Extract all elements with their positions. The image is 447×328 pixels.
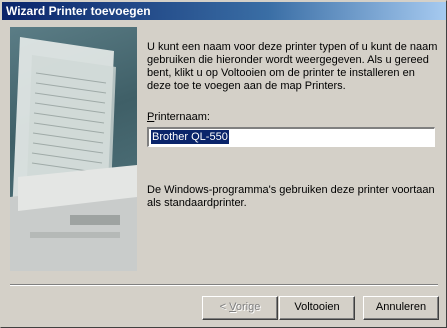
printer-name-input[interactable]: Brother QL-550: [147, 127, 435, 147]
finish-button[interactable]: Voltooien: [279, 296, 355, 320]
title-bar: Wizard Printer toevoegen: [2, 2, 446, 20]
printer-name-value: Brother QL-550: [151, 130, 229, 144]
button-separator: [10, 284, 438, 286]
back-button[interactable]: < Vorige: [202, 296, 278, 320]
printer-name-label-rest: rinternaam:: [154, 111, 210, 123]
default-printer-note: De Windows-programma's gebruiken deze pr…: [147, 184, 435, 209]
printer-name-label: Printernaam:: [147, 111, 210, 123]
back-button-accel: V: [229, 301, 236, 313]
printer-illustration-graphic: [10, 37, 137, 271]
printer-illustration: [10, 27, 137, 271]
back-button-prefix: <: [219, 301, 230, 313]
intro-text: U kunt een naam voor deze printer typen …: [147, 41, 438, 92]
cancel-button[interactable]: Annuleren: [363, 296, 439, 320]
wizard-window: Wizard Printer toevoegen U kunt een naam…: [0, 0, 447, 328]
back-button-rest: orige: [235, 301, 261, 313]
